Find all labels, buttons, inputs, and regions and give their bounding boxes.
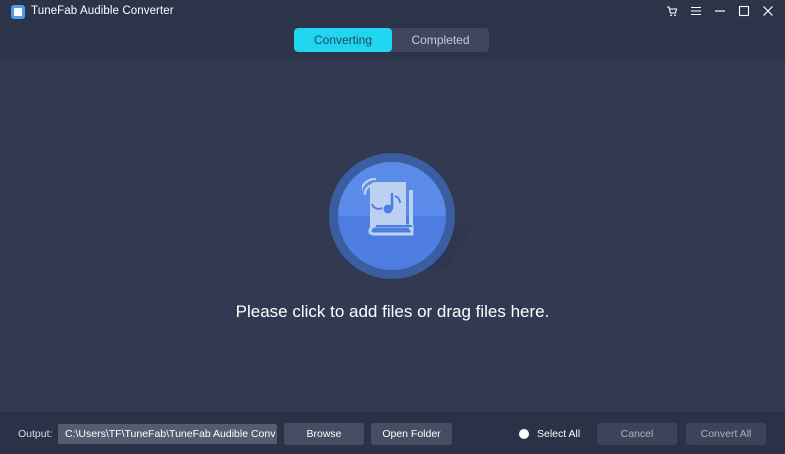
- add-files-button[interactable]: [329, 153, 455, 279]
- app-logo-icon: [11, 5, 25, 19]
- close-icon[interactable]: [759, 2, 777, 20]
- tab-completed[interactable]: Completed: [392, 28, 489, 52]
- tab-bar: Converting Completed: [294, 28, 489, 52]
- menu-icon[interactable]: [687, 2, 705, 20]
- minimize-icon[interactable]: [711, 2, 729, 20]
- audiobook-add-icon: [362, 178, 414, 236]
- browse-button[interactable]: Browse: [284, 423, 364, 445]
- open-folder-button[interactable]: Open Folder: [371, 423, 452, 445]
- convert-all-button[interactable]: Convert All: [686, 423, 766, 445]
- title-bar: TuneFab Audible Converter Converting Com…: [0, 0, 785, 60]
- tab-converting[interactable]: Converting: [294, 28, 392, 52]
- drop-hint-text: Please click to add files or drag files …: [235, 302, 550, 321]
- output-path-field[interactable]: C:\Users\TF\TuneFab\TuneFab Audible Conv: [58, 424, 277, 444]
- select-all-radio[interactable]: [519, 429, 529, 439]
- app-title: TuneFab Audible Converter: [31, 5, 174, 17]
- window-controls: [663, 2, 777, 20]
- footer-bar: Output: C:\Users\TF\TuneFab\TuneFab Audi…: [0, 412, 785, 454]
- maximize-icon[interactable]: [735, 2, 753, 20]
- cart-icon[interactable]: [663, 2, 681, 20]
- output-label: Output:: [18, 428, 53, 440]
- select-all-label[interactable]: Select All: [537, 428, 580, 440]
- cancel-button[interactable]: Cancel: [597, 423, 677, 445]
- drop-area[interactable]: Please click to add files or drag files …: [0, 60, 785, 412]
